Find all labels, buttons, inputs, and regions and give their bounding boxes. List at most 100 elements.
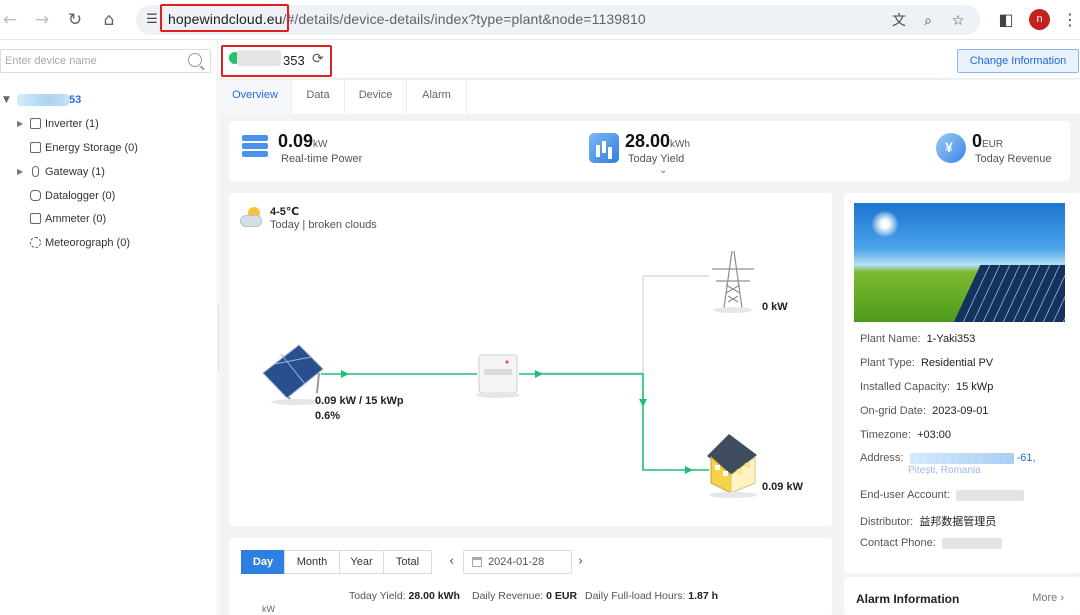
energy-flow-card: 4-5℃ Today | broken clouds 0.09 kW / 15 …	[229, 193, 832, 526]
sidebar-item-label: Meteorograph (0)	[45, 237, 130, 249]
caret-right-icon[interactable]: ▶	[17, 167, 23, 176]
date-picker[interactable]: 2024-01-28	[463, 550, 572, 574]
period-month-button[interactable]: Month	[284, 550, 340, 574]
today-yield-stat: Today Yield: 28.00 kWh	[349, 590, 460, 602]
sidebar-item-label: Energy Storage (0)	[45, 142, 138, 154]
redacted-address	[909, 452, 1014, 464]
search-icon[interactable]	[188, 53, 202, 67]
device-tree-panel: Enter device name ▼ 53 ▶ Inverter (1) En…	[0, 41, 218, 615]
sidebar-item-label: Ammeter (0)	[45, 213, 107, 225]
ammeter-icon	[30, 213, 41, 224]
home-power-label: 0.09 kW	[762, 481, 803, 493]
datalogger-icon	[30, 190, 41, 201]
device-search-input[interactable]: Enter device name	[0, 49, 211, 73]
contact-phone-row: Contact Phone:	[860, 537, 1002, 549]
today-revenue-value: 0EUR	[972, 131, 1004, 151]
change-information-button[interactable]: Change Information	[957, 49, 1079, 73]
sidebar-item-label: Inverter (1)	[45, 118, 99, 130]
page-title: 353	[283, 53, 305, 68]
summary-strip: 0.09kW Real-time Power 28.00kWh Today Yi…	[229, 121, 1070, 181]
energy-flow-diagram	[262, 250, 757, 498]
y-axis-unit: kW	[262, 604, 275, 614]
tab-data[interactable]: Data	[292, 80, 345, 114]
timezone-row: Timezone: +03:00	[860, 429, 952, 441]
grid-line	[539, 276, 644, 374]
prev-date-icon[interactable]: ‹	[449, 554, 454, 569]
revenue-money-icon	[936, 133, 966, 163]
period-total-button[interactable]: Total	[383, 550, 432, 574]
menu-icon[interactable]: ⋮	[1060, 10, 1080, 30]
realtime-power-label: Real-time Power	[281, 153, 363, 165]
inverter-icon	[30, 118, 41, 129]
inverter-to-home-line	[519, 373, 709, 471]
alarm-title: Alarm Information	[856, 592, 960, 606]
calendar-icon	[472, 557, 482, 567]
pv-ratio-label: 0.6%	[315, 410, 341, 422]
caret-right-icon[interactable]: ▶	[17, 119, 23, 128]
plant-header: 353 ⟳ Change Information	[219, 41, 1080, 79]
plant-type-row: Plant Type: Residential PV	[860, 357, 994, 369]
realtime-power-value: 0.09kW	[278, 131, 328, 151]
pv-power-label: 0.09 kW / 15 kWp	[315, 395, 404, 407]
caret-down-icon[interactable]: ▼	[3, 95, 10, 105]
meteorograph-icon	[30, 237, 41, 248]
yield-chart-card: Day Month Year Total ‹ 2024-01-28 › Toda…	[229, 538, 832, 615]
today-revenue-label: Today Revenue	[975, 153, 1052, 165]
tab-alarm[interactable]: Alarm	[407, 80, 467, 114]
flow-arrow-4	[685, 466, 693, 474]
bookmark-star-icon[interactable]: ☆	[949, 12, 967, 30]
domain-highlight-box	[160, 4, 289, 32]
plant-info-card: Plant Name: 1-Yaki353 Plant Type: Reside…	[844, 193, 1080, 573]
period-year-button[interactable]: Year	[339, 550, 384, 574]
tab-device[interactable]: Device	[345, 80, 407, 114]
expand-chevron-icon[interactable]: ⌄	[659, 165, 667, 176]
url-path: /#/details/device-details/index?type=pla…	[282, 11, 646, 27]
refresh-icon[interactable]: ⟳	[312, 51, 324, 67]
back-icon[interactable]: ←	[0, 10, 20, 30]
site-info-icon[interactable]: ☰	[144, 12, 160, 28]
tree-root-label: 53	[69, 94, 82, 106]
gateway-icon	[32, 166, 39, 177]
home-icon[interactable]: ⌂	[99, 10, 119, 30]
inverter-device-icon	[476, 354, 520, 398]
battery-icon	[30, 142, 41, 153]
power-meter-icon	[242, 133, 272, 163]
next-date-icon[interactable]: ›	[578, 554, 583, 569]
grid-pylon-icon	[712, 250, 754, 313]
alarm-information-card: Alarm Information More ›	[844, 577, 1080, 615]
daily-revenue-stat: Daily Revenue: 0 EUR	[472, 590, 578, 602]
profile-avatar[interactable]: n	[1029, 9, 1050, 30]
enduser-account-row: End-user Account:	[860, 489, 1025, 501]
realtime-power-block: 0.09kW Real-time Power	[242, 131, 402, 171]
forward-icon[interactable]: →	[32, 10, 52, 30]
ongrid-date-row: On-grid Date: 2023-09-01	[860, 405, 989, 417]
today-yield-label: Today Yield	[628, 153, 685, 165]
redacted-plant-name	[17, 94, 69, 106]
search-placeholder: Enter device name	[5, 55, 97, 67]
address-city: Pitești, Romania	[908, 465, 981, 476]
grid-power-label: 0 kW	[762, 301, 788, 313]
full-load-hours-stat: Daily Full-load Hours: 1.87 h	[585, 590, 719, 602]
sidebar-item-label: Datalogger (0)	[45, 190, 116, 202]
address-row: Address: -61,	[860, 452, 1036, 464]
side-panel-icon[interactable]: ◧	[996, 10, 1016, 30]
today-yield-value: 28.00kWh	[625, 131, 691, 151]
alarm-more-link[interactable]: More ›	[1032, 592, 1064, 604]
period-day-button[interactable]: Day	[241, 550, 285, 574]
date-value: 2024-01-28	[488, 556, 545, 568]
flow-arrow-3	[639, 399, 647, 407]
yield-chart-icon	[589, 133, 619, 163]
reload-icon[interactable]: ↻	[65, 10, 85, 30]
translate-icon[interactable]: 文	[890, 12, 908, 30]
zoom-icon[interactable]: ⌕	[919, 12, 937, 30]
tab-overview[interactable]: Overview	[219, 80, 292, 114]
redacted-plant-title	[237, 50, 281, 66]
redacted-enduser	[956, 489, 1025, 501]
home-icon	[707, 434, 757, 498]
today-revenue-block: 0EUR Today Revenue	[936, 131, 1066, 171]
solar-panel-icon	[262, 344, 324, 406]
plant-photo	[854, 203, 1065, 322]
sidebar-item-label: Gateway (1)	[45, 166, 105, 178]
detail-tabs: Overview Data Device Alarm	[219, 80, 1080, 114]
main-content: 353 ⟳ Change Information Overview Data D…	[219, 41, 1080, 615]
